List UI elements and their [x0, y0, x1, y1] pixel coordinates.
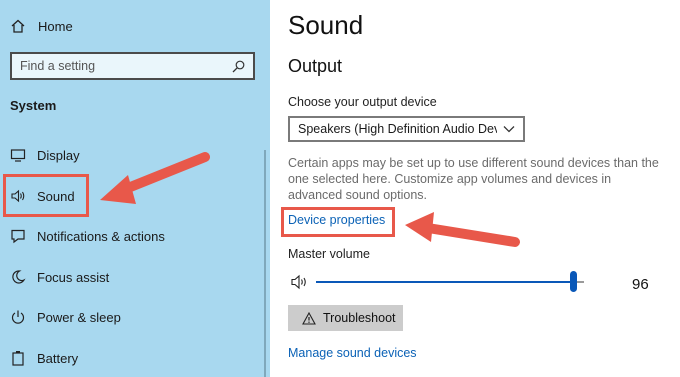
search-input[interactable]: Find a setting [20, 59, 232, 73]
main-content: Sound Output Choose your output device S… [270, 0, 680, 377]
sidebar-item-label: Display [37, 147, 80, 163]
master-volume-slider[interactable] [316, 281, 584, 283]
output-device-value: Speakers (High Definition Audio Dev... [298, 122, 497, 136]
sidebar-item-label: Notifications & actions [37, 228, 165, 244]
display-icon [10, 149, 26, 162]
sidebar-scrollbar[interactable] [264, 150, 266, 377]
output-device-label: Choose your output device [288, 95, 437, 109]
master-volume-label: Master volume [288, 247, 370, 261]
sidebar-section-title: System [10, 98, 57, 113]
master-volume-thumb[interactable] [569, 271, 577, 292]
search-box[interactable]: Find a setting [10, 52, 255, 80]
sidebar-item-battery[interactable]: Battery [10, 347, 78, 369]
output-info-text: Certain apps may be set up to use differ… [288, 156, 659, 202]
power-icon [11, 310, 25, 324]
output-device-select[interactable]: Speakers (High Definition Audio Dev... [288, 116, 525, 142]
page-title: Sound [288, 10, 364, 40]
chevron-down-icon [503, 126, 515, 133]
nav-home-label: Home [38, 18, 73, 34]
master-volume-value: 96 [632, 276, 649, 293]
search-icon[interactable] [232, 60, 245, 73]
nav-home[interactable]: Home [10, 15, 73, 37]
battery-icon [12, 351, 24, 366]
troubleshoot-button[interactable]: Troubleshoot [288, 305, 403, 331]
volume-icon[interactable] [290, 274, 310, 290]
moon-icon [12, 270, 26, 284]
sidebar: Home Find a setting System Display Sound… [0, 0, 270, 377]
notifications-icon [11, 229, 25, 244]
manage-sound-devices-link[interactable]: Manage sound devices [288, 346, 417, 360]
annotation-highlight-sound [3, 174, 89, 217]
annotation-highlight-device-properties [281, 207, 395, 237]
sidebar-item-label: Battery [37, 350, 79, 366]
sidebar-item-focus-assist[interactable]: Focus assist [10, 266, 109, 288]
section-heading-output: Output [288, 56, 343, 76]
troubleshoot-label: Troubleshoot [323, 311, 396, 325]
sidebar-item-label: Focus assist [37, 269, 110, 285]
home-icon [11, 19, 25, 33]
sidebar-item-notifications[interactable]: Notifications & actions [10, 225, 165, 247]
sidebar-item-display[interactable]: Display [10, 144, 80, 166]
sidebar-item-label: Power & sleep [37, 309, 121, 325]
master-volume-fill [316, 281, 574, 283]
warning-icon [302, 311, 316, 325]
sidebar-item-power-sleep[interactable]: Power & sleep [10, 306, 121, 328]
